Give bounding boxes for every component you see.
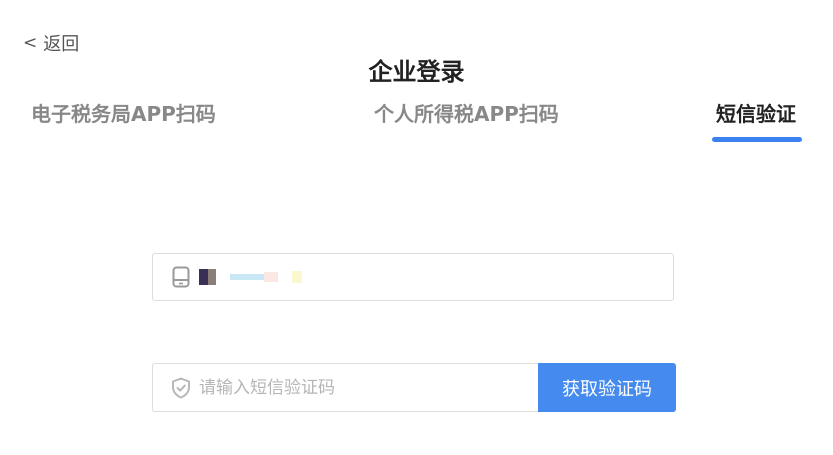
active-tab-indicator [712,137,802,142]
enterprise-login-page: < 返回 企业登录 电子税务局APP扫码 个人所得税APP扫码 短信验证 请输入… [0,0,833,455]
sms-code-field[interactable] [152,363,540,412]
tab-iit-app-scan[interactable]: 个人所得税APP扫码 [374,98,559,127]
phone-icon [171,265,191,289]
shield-icon [171,377,191,399]
masked-phone-number [199,269,302,285]
phone-field[interactable] [152,253,674,301]
login-method-tabs: 电子税务局APP扫码 个人所得税APP扫码 短信验证 [0,98,833,148]
get-code-button[interactable]: 获取验证码 [538,363,676,412]
tab-sms-verify[interactable]: 短信验证 [716,98,796,127]
page-title: 企业登录 [368,58,465,86]
sms-code-input[interactable] [197,376,521,399]
tab-etax-app-scan[interactable]: 电子税务局APP扫码 [31,98,216,127]
sms-code-row: 获取验证码 [152,363,676,412]
back-chevron-icon: < [23,33,38,53]
